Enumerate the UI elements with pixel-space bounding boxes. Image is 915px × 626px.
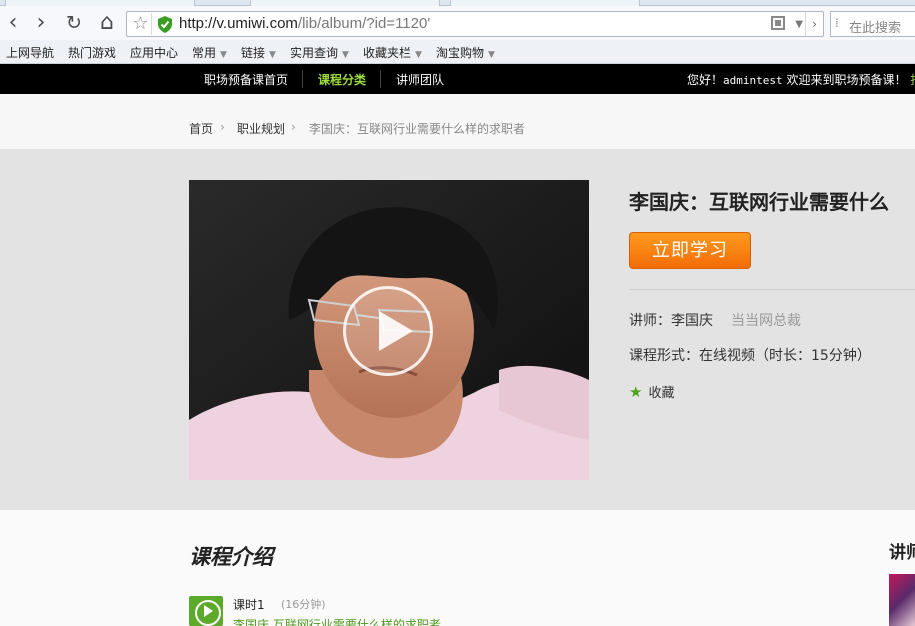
course-hero: 李国庆：互联网行业需要什么 立即学习 讲师：李国庆 当当网总裁 课程形式：在线视频… (0, 150, 915, 510)
chevron-down-icon: ▼ (269, 50, 276, 60)
home-icon[interactable]: ⌂ (94, 11, 120, 37)
greeting-link[interactable]: 找 (910, 73, 915, 87)
bookmark-label: 应用中心 (130, 46, 179, 60)
refresh-icon[interactable]: ↻ (61, 11, 87, 37)
nav-link-home[interactable]: 职场预备课首页 (204, 71, 288, 88)
search-engine-icon[interactable]: ⁞ (835, 16, 839, 30)
bookmark-item[interactable]: 应用中心 (130, 44, 178, 61)
breadcrumb-home[interactable]: 首页 (189, 120, 213, 137)
browser-toolbar: ‹ › ↻ ⌂ ☆ http://v.umiwi.com/lib/album/?… (0, 6, 915, 40)
site-top-nav: 职场预备课首页 课程分类 讲师团队 您好！admintest 欢迎来到职场预备课… (0, 64, 915, 94)
bookmark-label: 链接 (241, 46, 266, 60)
nav-divider (302, 70, 303, 88)
teacher-section-title: 讲师 (889, 543, 915, 563)
back-icon[interactable]: ‹ (0, 11, 26, 37)
lesson-link[interactable]: 李国庆 互联网行业需要什么样的求职者 (233, 616, 441, 626)
bookmark-menu[interactable]: 实用查询 ▼ (290, 44, 349, 61)
course-title: 李国庆：互联网行业需要什么 (629, 190, 889, 214)
nav-divider (380, 70, 381, 88)
greeting-prefix: 您好！ (687, 73, 724, 87)
bookmark-label: 收藏夹栏 (363, 46, 412, 60)
course-intro-section: 课程介绍 课时1 (16分钟) 李国庆 互联网行业需要什么样的求职者 讲师 (0, 510, 915, 626)
bookmark-item[interactable]: 热门游戏 (68, 44, 116, 61)
search-placeholder: 在此搜索 (849, 21, 902, 36)
user-greeting: 您好！admintest 欢迎来到职场预备课！ 找 (687, 71, 915, 88)
username[interactable]: admintest (723, 74, 783, 87)
breadcrumb: 首页 › 职业规划 › 李国庆：互联网行业需要什么样的求职者 (0, 94, 915, 150)
bookmark-label: 热门游戏 (68, 46, 117, 60)
video-player[interactable] (189, 180, 589, 480)
address-bar[interactable]: ☆ http://v.umiwi.com/lib/album/?id=1120'… (126, 11, 824, 37)
greeting-suffix: 欢迎来到职场预备课！ (786, 73, 907, 87)
browser-search-box[interactable]: ⁞ 在此搜索 (830, 11, 915, 37)
breadcrumb-category[interactable]: 职业规划 (237, 120, 285, 137)
lesson-duration: (16分钟) (281, 598, 326, 611)
teacher-thumbnail[interactable] (889, 574, 915, 626)
teacher-title: 当当网总裁 (731, 313, 801, 329)
teacher-info: 讲师：李国庆 当当网总裁 (629, 310, 801, 330)
chevron-down-icon: ▼ (415, 50, 422, 60)
bookmark-menu[interactable]: 淘宝购物 ▼ (436, 44, 495, 61)
chevron-down-icon: ▼ (342, 50, 349, 60)
bookmarks-bar: 上网导航 热门游戏 应用中心 常用 ▼ 链接 ▼ 实用查询 ▼ 收藏夹栏 ▼ 淘宝购物 ▼ (0, 40, 915, 64)
chevron-down-icon: ▼ (220, 50, 227, 60)
bookmark-menu[interactable]: 常用 ▼ (192, 44, 227, 61)
bookmark-menu[interactable]: 收藏夹栏 ▼ (363, 44, 422, 61)
url-host: http://v.umiwi.com (179, 15, 298, 32)
intro-title: 课程介绍 (189, 545, 273, 569)
qr-code-icon[interactable] (771, 16, 785, 30)
bookmark-label: 淘宝购物 (436, 46, 485, 60)
bookmark-label: 上网导航 (6, 46, 55, 60)
chevron-down-icon: ▼ (488, 50, 495, 60)
chevron-right-icon: › (220, 120, 225, 134)
play-icon[interactable] (343, 286, 433, 376)
bookmark-menu[interactable]: 链接 ▼ (241, 44, 276, 61)
start-study-button[interactable]: 立即学习 (629, 232, 751, 269)
bookmark-star-icon[interactable]: ☆ (130, 13, 152, 35)
bookmark-label: 常用 (192, 46, 217, 60)
go-arrow-icon[interactable]: › (805, 12, 823, 36)
chevron-right-icon: › (291, 120, 296, 134)
nav-link-teachers[interactable]: 讲师团队 (396, 71, 444, 88)
dropdown-arrow-icon[interactable]: ▼ (795, 15, 803, 35)
favorite-button[interactable]: ★ 收藏 (629, 382, 674, 401)
breadcrumb-current: 李国庆：互联网行业需要什么样的求职者 (309, 122, 526, 136)
security-shield-icon (158, 16, 172, 33)
lesson-label: 课时1 (233, 598, 265, 612)
url-text[interactable]: http://v.umiwi.com/lib/album/?id=1120' (179, 15, 430, 32)
nav-link-categories[interactable]: 课程分类 (318, 71, 366, 88)
forward-icon[interactable]: › (28, 11, 54, 37)
course-format: 课程形式：在线视频（时长：15分钟） (629, 348, 871, 364)
favorite-label: 收藏 (648, 386, 675, 401)
star-icon: ★ (629, 383, 643, 401)
play-circle-icon[interactable] (189, 596, 223, 626)
teacher-name[interactable]: 讲师：李国庆 (629, 313, 713, 329)
bookmark-item[interactable]: 上网导航 (6, 44, 54, 61)
info-divider (629, 289, 915, 290)
url-path: /lib/album/?id=1120' (297, 15, 431, 32)
bookmark-label: 实用查询 (290, 46, 339, 60)
